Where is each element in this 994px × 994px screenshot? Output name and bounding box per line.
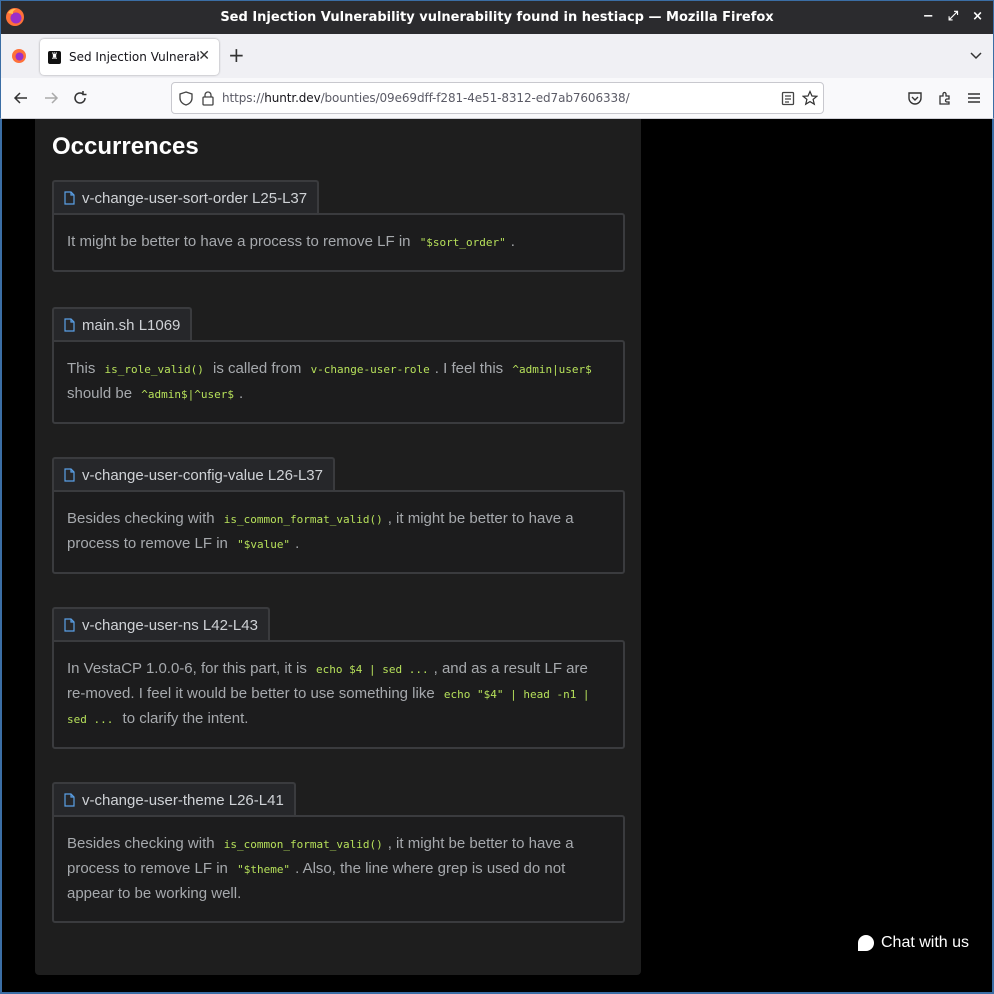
occurrence-comment: This is_role_valid() is called from v-ch… [52,340,625,424]
chevron-down-icon[interactable] [969,48,983,62]
comment-text: . [295,535,300,552]
tab-active[interactable]: ♜ Sed Injection Vulnerability ✕ [40,39,219,75]
chat-widget-button[interactable]: Chat with us [858,934,969,952]
occurrence-file-name: v-change-user-ns L42-L43 [82,616,258,634]
navigation-bar: https://huntr.dev/bounties/09e69dff-f281… [0,78,994,119]
chat-bubble-icon [858,935,874,951]
minimize-button[interactable]: − [923,9,934,24]
url-text[interactable]: https://huntr.dev/bounties/09e69dff-f281… [222,91,630,105]
forward-icon[interactable] [43,90,59,106]
file-icon [64,618,75,632]
shield-icon[interactable] [179,91,193,106]
chat-label: Chat with us [881,934,970,951]
occurrence-file-name: v-change-user-sort-order L25-L37 [82,189,308,207]
url-host: huntr.dev [264,91,321,105]
comment-text: to clarify the intent. [118,710,249,727]
huntr-favicon-icon: ♜ [48,50,61,64]
file-icon [64,191,75,205]
occurrence-comment: Besides checking with is_common_format_v… [52,815,625,923]
inline-code: echo $4 | sed ... [316,663,429,676]
occurrence-comment: It might be better to have a process to … [52,213,625,272]
comment-text: is called from [208,360,306,377]
inline-code: is_common_format_valid() [223,513,383,526]
occurrence-file-name: main.sh L1069 [82,316,181,334]
occurrence-file-tab[interactable]: v-change-user-theme L26-L41 [52,782,296,816]
url-prefix: https:// [222,91,265,105]
extensions-icon[interactable] [937,90,953,106]
file-icon [64,793,75,807]
firefox-view-icon[interactable] [11,48,27,64]
occurrence-file-tab[interactable]: v-change-user-config-value L26-L37 [52,457,335,491]
occurrence-file-tab[interactable]: v-change-user-ns L42-L43 [52,607,270,641]
comment-text: . I feel this [434,360,508,377]
window-controls: − ⤢ × [923,9,983,24]
back-icon[interactable] [13,90,29,106]
inline-code: "$theme" [237,863,291,876]
occurrences-heading: Occurrences [52,133,199,160]
comment-text: Besides checking with [67,510,219,527]
occurrence-file-tab[interactable]: main.sh L1069 [52,307,193,341]
occurrence-comment: In VestaCP 1.0.0-6, for this part, it is… [52,640,625,749]
occurrence-file-name: v-change-user-theme L26-L41 [82,791,284,809]
inline-code: ^admin|user$ [512,363,592,376]
window-titlebar: Sed Injection Vulnerability vulnerabilit… [0,0,994,34]
star-icon[interactable] [802,90,818,106]
pocket-icon[interactable] [907,90,923,106]
firefox-logo-icon [6,8,24,26]
url-bar[interactable]: https://huntr.dev/bounties/09e69dff-f281… [171,82,824,114]
reader-icon[interactable] [781,91,795,106]
new-tab-button[interactable]: + [228,45,245,65]
comment-text: In VestaCP 1.0.0-6, for this part, it is [67,660,312,677]
tab-bar: ♜ Sed Injection Vulnerability ✕ + [0,34,994,78]
lock-icon[interactable] [202,91,214,106]
inline-code: "$sort_order" [419,236,506,249]
maximize-button[interactable]: ⤢ [948,9,958,24]
file-icon [64,468,75,482]
reload-icon[interactable] [72,90,88,106]
occurrence-file-tab[interactable]: v-change-user-sort-order L25-L37 [52,180,320,214]
close-tab-icon[interactable]: ✕ [198,48,210,64]
comment-text: Besides checking with [67,835,219,852]
comment-text: should be [67,385,137,402]
occurrence-comment: Besides checking with is_common_format_v… [52,490,625,574]
inline-code: ^admin$|^user$ [141,388,234,401]
close-window-button[interactable]: × [972,9,983,24]
comment-text: It might be better to have a process to … [67,233,415,250]
comment-text: . [238,385,244,402]
comment-text: . [510,233,515,250]
file-icon [64,318,75,332]
comment-text: This [67,360,100,377]
inline-code: is_role_valid() [104,363,204,376]
inline-code: is_common_format_valid() [223,838,383,851]
menu-icon[interactable] [966,90,982,106]
window-title: Sed Injection Vulnerability vulnerabilit… [220,10,774,25]
inline-code: v-change-user-role [310,363,430,376]
inline-code: "$value" [237,538,291,551]
url-path: /bounties/09e69dff-f281-4e51-8312-ed7ab7… [320,91,630,105]
occurrence-file-name: v-change-user-config-value L26-L37 [82,466,323,484]
tab-title: Sed Injection Vulnerability [69,50,199,64]
page-viewport: Occurrences v-change-user-sort-order L25… [0,119,994,994]
